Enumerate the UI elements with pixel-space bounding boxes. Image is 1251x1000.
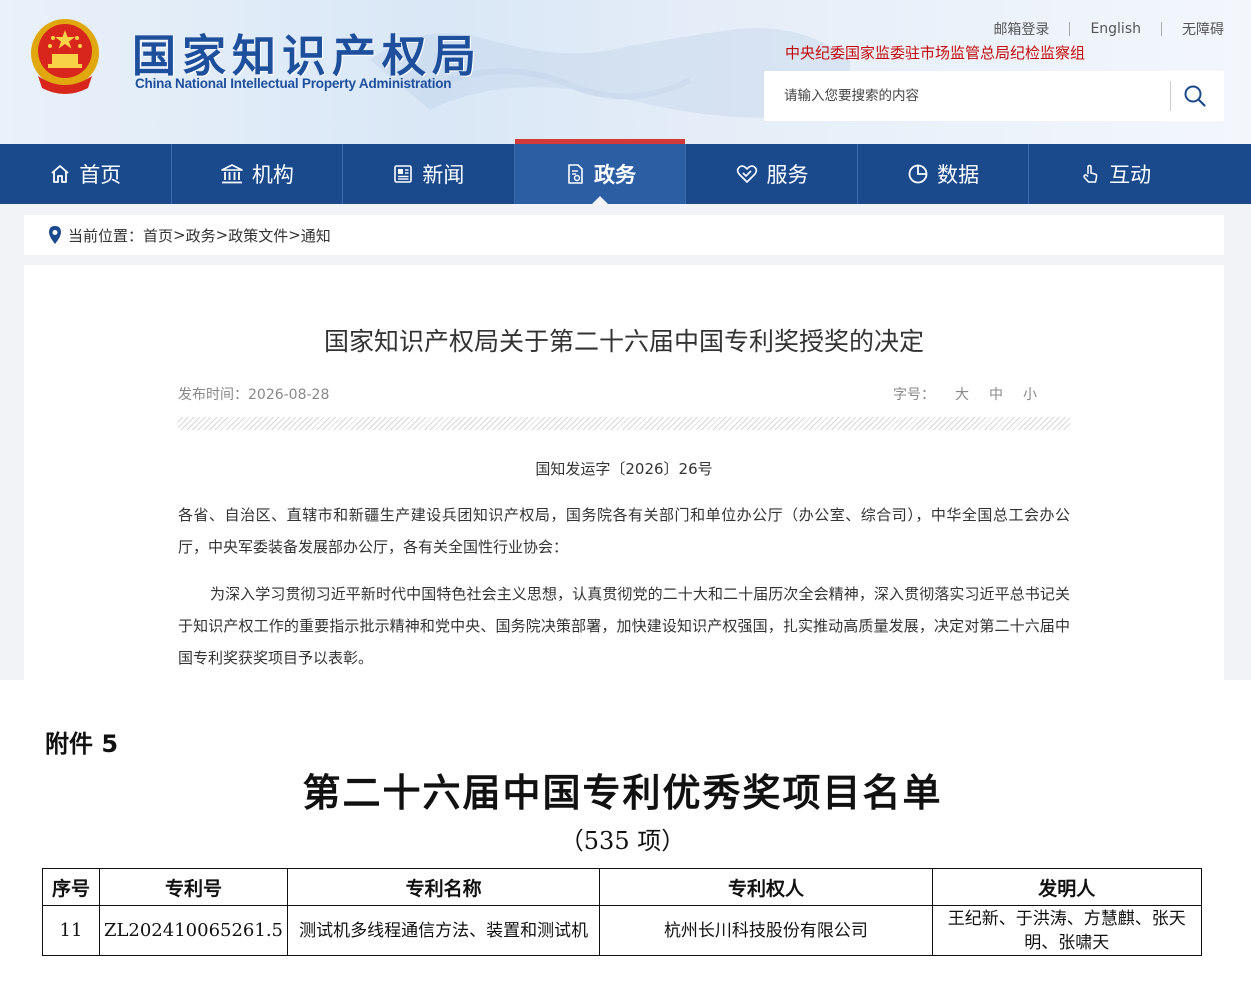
nav-service[interactable]: 服务 xyxy=(686,144,858,204)
publish-label: 发布时间： xyxy=(178,387,248,403)
breadcrumb-prefix: 当前位置： xyxy=(68,226,144,245)
table-row: 11 ZL202410065261.5 测试机多线程通信方法、装置和测试机 杭州… xyxy=(42,905,1203,956)
article-title: 国家知识产权局关于第二十六届中国专利奖授奖的决定 xyxy=(323,327,924,356)
nav-home[interactable]: 首页 xyxy=(0,144,172,204)
search-box xyxy=(764,71,1224,121)
home-icon xyxy=(51,165,69,183)
cell-patent-no: ZL202410065261.5 xyxy=(98,905,289,956)
font-size-medium[interactable]: 中 xyxy=(989,384,1003,404)
institution-icon xyxy=(221,164,243,184)
nav-institution-label: 机构 xyxy=(251,163,294,187)
interact-icon xyxy=(1083,164,1098,183)
nav-government[interactable]: 政务 xyxy=(514,139,687,204)
accessibility-link[interactable]: 无障碍 xyxy=(1182,19,1224,39)
site-logo-title[interactable]: 国家知识产权局 xyxy=(132,20,482,84)
search-divider xyxy=(1170,81,1171,111)
font-size-large[interactable]: 大 xyxy=(955,384,969,404)
nav-service-label: 服务 xyxy=(766,163,809,187)
site-header: 国家知识产权局 China National Intellectual Prop… xyxy=(0,0,1251,144)
english-link[interactable]: English xyxy=(1090,21,1141,37)
data-icon xyxy=(908,164,928,184)
search-button[interactable] xyxy=(1178,81,1212,111)
cell-inventors: 王纪新、于洪涛、方慧麒、张天明、张啸天 xyxy=(931,905,1203,956)
font-size-controls: 字号： 大 中 小 xyxy=(893,384,1037,404)
font-size-label: 字号： xyxy=(893,387,935,403)
patent-list-table: 序号 专利号 专利名称 专利权人 发明人 11 ZL202410065261.5… xyxy=(42,868,1203,956)
table-header-row: 序号 专利号 专利名称 专利权人 发明人 xyxy=(42,868,1203,906)
column-header-patent-no: 专利号 xyxy=(98,868,289,906)
title-divider xyxy=(178,417,1070,430)
addressee-paragraph: 各省、自治区、直辖市和新疆生产建设兵团知识产权局，国务院各有关部门和单位办公厅（… xyxy=(178,506,1070,556)
top-links: 邮箱登录 English 无障碍 xyxy=(993,19,1224,39)
nav-data-label: 数据 xyxy=(937,163,980,187)
nav-institution[interactable]: 机构 xyxy=(172,144,344,204)
breadcrumb: 当前位置： 首页 > 政务 > 政策文件 > 通知 xyxy=(24,215,1224,255)
location-pin-icon xyxy=(49,226,61,244)
search-icon xyxy=(1184,85,1206,107)
nav-home-label: 首页 xyxy=(79,163,122,187)
breadcrumb-sep: > xyxy=(215,226,229,244)
link-divider xyxy=(1069,22,1071,36)
national-emblem-icon xyxy=(31,19,99,94)
cell-patent-name: 测试机多线程通信方法、装置和测试机 xyxy=(286,905,601,956)
column-header-patentee: 专利权人 xyxy=(599,868,933,906)
nav-news-label: 新闻 xyxy=(422,163,465,187)
attachment-count: （535 项） xyxy=(559,827,686,855)
cell-index: 11 xyxy=(42,905,100,956)
service-icon xyxy=(736,165,757,183)
font-size-small[interactable]: 小 xyxy=(1023,384,1037,404)
mail-login-link[interactable]: 邮箱登录 xyxy=(993,19,1049,39)
column-header-index: 序号 xyxy=(42,868,100,906)
breadcrumb-notice[interactable]: 通知 xyxy=(301,225,331,246)
news-icon xyxy=(394,165,413,183)
nav-interact[interactable]: 互动 xyxy=(1029,144,1201,204)
site-logo-subtitle: China National Intellectual Property Adm… xyxy=(135,76,452,91)
body-paragraph: 为深入学习贯彻习近平新时代中国特色社会主义思想，认真贯彻党的二十大和二十届历次全… xyxy=(178,585,1070,667)
nav-interact-label: 互动 xyxy=(1109,163,1152,187)
nav-government-label: 政务 xyxy=(593,163,636,187)
breadcrumb-sep: > xyxy=(288,226,301,244)
main-nav: 首页 机构 新闻 政务 服务 数据 互动 xyxy=(0,139,1251,204)
cell-patentee: 杭州长川科技股份有限公司 xyxy=(599,905,933,956)
publish-info: 发布时间：2026-08-28 xyxy=(178,384,329,404)
nav-data[interactable]: 数据 xyxy=(858,144,1030,204)
breadcrumb-home[interactable]: 首页 xyxy=(143,225,173,246)
column-header-patent-name: 专利名称 xyxy=(286,868,601,906)
breadcrumb-policy[interactable]: 政策文件 xyxy=(228,225,288,246)
column-header-inventors: 发明人 xyxy=(931,868,1203,906)
breadcrumb-government[interactable]: 政务 xyxy=(186,225,216,246)
supervision-link[interactable]: 中央纪委国家监委驻市场监管总局纪检监察组 xyxy=(785,42,1085,63)
breadcrumb-sep: > xyxy=(173,226,186,244)
link-divider xyxy=(1161,22,1162,36)
publish-date: 2026-08-28 xyxy=(248,387,330,403)
government-icon xyxy=(568,164,583,184)
attachment-label: 附件 5 xyxy=(45,730,119,758)
nav-news[interactable]: 新闻 xyxy=(343,144,515,204)
document-number: 国知发运字〔2026〕26号 xyxy=(535,460,713,478)
article-card: 国家知识产权局关于第二十六届中国专利奖授奖的决定 发布时间：2026-08-28… xyxy=(24,265,1224,680)
search-input[interactable] xyxy=(764,71,1170,121)
attachment-title: 第二十六届中国专利优秀奖项目名单 xyxy=(302,770,943,815)
